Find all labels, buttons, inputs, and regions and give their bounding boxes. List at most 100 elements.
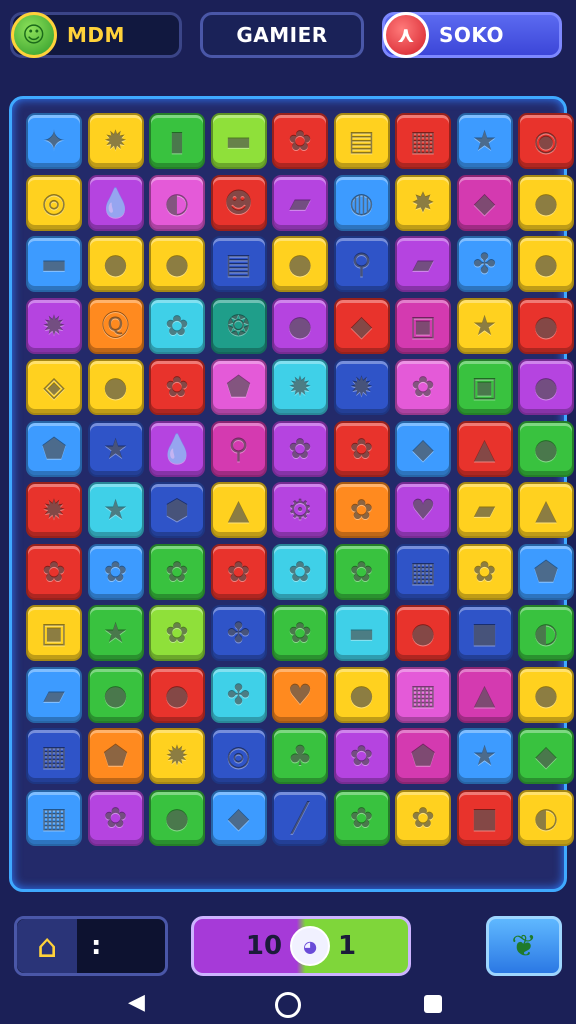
board-tile[interactable]: ✹	[26, 482, 82, 538]
board-tile[interactable]: ✿	[272, 420, 328, 477]
board-tile[interactable]: ⬢	[149, 482, 205, 538]
board-tile[interactable]: ◐	[518, 605, 574, 661]
board-tile[interactable]: ⬟	[87, 728, 144, 784]
board-tile[interactable]: ◆	[456, 174, 513, 231]
board-tile[interactable]: ▲	[518, 482, 574, 538]
player-one-panel[interactable]: ☺ MDM	[10, 12, 182, 58]
board-tile[interactable]: ✹	[333, 359, 390, 415]
board-tile[interactable]: ✿	[333, 420, 390, 477]
board-tile[interactable]: ★	[456, 728, 513, 784]
board-tile[interactable]: ■	[456, 605, 513, 661]
leaf-icon[interactable]: ❦	[486, 916, 562, 976]
board-tile[interactable]: ✿	[395, 359, 451, 415]
board-tile[interactable]: ✿	[333, 789, 390, 846]
board-tile[interactable]: ▦	[26, 789, 82, 846]
board-tile[interactable]: ▬	[333, 605, 390, 661]
board-tile[interactable]: ●	[395, 605, 451, 661]
home-circle-icon[interactable]	[275, 992, 301, 1018]
board-tile[interactable]: ✹	[26, 297, 82, 354]
board-tile[interactable]: ✿	[210, 543, 267, 600]
board-tile[interactable]: ⬟	[518, 543, 574, 600]
board-tile[interactable]: ◐	[149, 174, 205, 231]
board-tile[interactable]: ●	[518, 359, 574, 415]
back-icon[interactable]: ◀	[128, 990, 145, 1015]
board-tile[interactable]: ⚲	[333, 236, 390, 292]
board-tile[interactable]: ●	[149, 789, 205, 846]
board-tile[interactable]: ●	[272, 297, 328, 354]
board-tile[interactable]: ✹	[87, 113, 144, 169]
board-tile[interactable]: Ⓠ	[87, 297, 144, 354]
board-tile[interactable]: ★	[87, 605, 144, 661]
board-tile[interactable]: ✿	[333, 543, 390, 600]
board-tile[interactable]: ✿	[87, 543, 144, 600]
board-tile[interactable]: ▦	[395, 113, 451, 169]
board-tile[interactable]: ♥	[272, 666, 328, 723]
board-tile[interactable]: ◎	[210, 728, 267, 784]
board-tile[interactable]: ◆	[333, 297, 390, 354]
board-tile[interactable]: ✿	[149, 605, 205, 661]
board-tile[interactable]: ✿	[333, 482, 390, 538]
board-tile[interactable]: ▬	[210, 113, 267, 169]
board-tile[interactable]: ●	[518, 420, 574, 477]
board-tile[interactable]: ✿	[395, 789, 451, 846]
board-tile[interactable]: ▲	[456, 666, 513, 723]
board-tile[interactable]: ◍	[333, 174, 390, 231]
board-tile[interactable]: ◉	[518, 113, 574, 169]
board-tile[interactable]: ●	[518, 666, 574, 723]
board-tile[interactable]: ■	[456, 789, 513, 846]
board-tile[interactable]: ✿	[26, 543, 82, 600]
board-tile[interactable]: ●	[272, 236, 328, 292]
board-tile[interactable]: ▰	[395, 236, 451, 292]
board-tile[interactable]: ▲	[210, 482, 267, 538]
board-tile[interactable]: ▰	[26, 666, 82, 723]
board-tile[interactable]: ✸	[395, 174, 451, 231]
board-tile[interactable]: ✿	[333, 728, 390, 784]
board-tile[interactable]: ⬟	[210, 359, 267, 415]
board-tile[interactable]: ♣	[272, 728, 328, 784]
board-tile[interactable]: ▲	[456, 420, 513, 477]
board-tile[interactable]: ★	[87, 420, 144, 477]
board-tile[interactable]: ▬	[26, 236, 82, 292]
board-tile[interactable]: ●	[87, 236, 144, 292]
board-tile[interactable]: ●	[149, 236, 205, 292]
board-tile[interactable]: ▤	[333, 113, 390, 169]
board-tile[interactable]: ✿	[456, 543, 513, 600]
board-tile[interactable]: ●	[518, 236, 574, 292]
board-tile[interactable]: ⬟	[395, 728, 451, 784]
board-tile[interactable]: ✿	[272, 605, 328, 661]
board-tile[interactable]: ✦	[26, 113, 82, 169]
board-tile[interactable]: ✿	[149, 359, 205, 415]
board-tile[interactable]: ●	[333, 666, 390, 723]
board-tile[interactable]: ★	[456, 297, 513, 354]
board-tile[interactable]: ╱	[272, 789, 328, 846]
board-tile[interactable]: ◐	[518, 789, 574, 846]
board-tile[interactable]: ●	[87, 666, 144, 723]
player-two-panel[interactable]: ⋏ SOKO	[382, 12, 562, 58]
board-tile[interactable]: ●	[87, 359, 144, 415]
board-tile[interactable]: ✹	[272, 359, 328, 415]
board-tile[interactable]: ✿	[149, 297, 205, 354]
board-tile[interactable]: ✿	[87, 789, 144, 846]
board-tile[interactable]: ★	[87, 482, 144, 538]
board-tile[interactable]: ✤	[456, 236, 513, 292]
board-tile[interactable]: 💧	[149, 420, 205, 477]
board-tile[interactable]: ▣	[26, 605, 82, 661]
board-tile[interactable]: ❂	[210, 297, 267, 354]
board-tile[interactable]: ▰	[272, 174, 328, 231]
mode-panel[interactable]: GAMIER	[200, 12, 364, 58]
board-tile[interactable]: ✤	[210, 605, 267, 661]
home-icon[interactable]: ⌂	[17, 919, 77, 973]
board-tile[interactable]: ✹	[149, 728, 205, 784]
board-tile[interactable]: ◆	[395, 420, 451, 477]
board-tile[interactable]: ●	[518, 174, 574, 231]
board-tile[interactable]: ✿	[149, 543, 205, 600]
board-tile[interactable]: ◆	[210, 789, 267, 846]
board-tile[interactable]: ✤	[210, 666, 267, 723]
board-tile[interactable]: ✿	[272, 113, 328, 169]
board-tile[interactable]: ▣	[395, 297, 451, 354]
board-tile[interactable]: ⬟	[26, 420, 82, 477]
board-tile[interactable]: ▦	[26, 728, 82, 784]
board-tile[interactable]: ▮	[149, 113, 205, 169]
board-tile[interactable]: ♥	[395, 482, 451, 538]
board-tile[interactable]: ▦	[395, 543, 451, 600]
